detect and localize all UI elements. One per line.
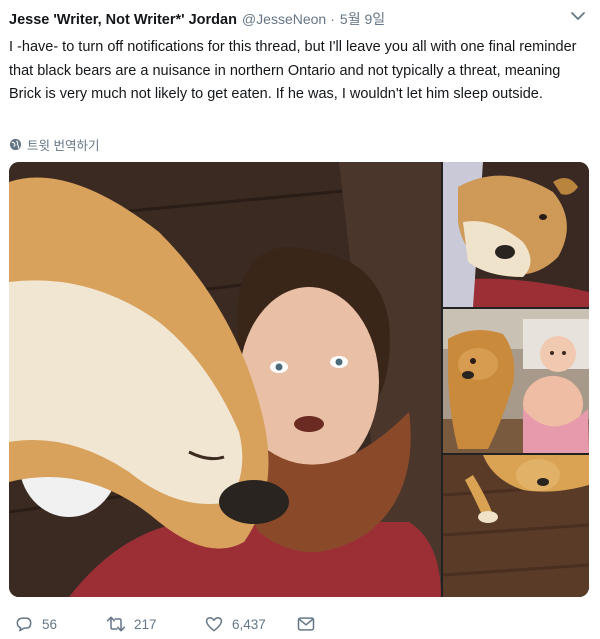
tweet-text: I -have- to turn off notifications for t…: [9, 39, 577, 102]
photo-dog-lying-down[interactable]: [443, 162, 589, 307]
reply-icon: [16, 617, 32, 632]
like-count: 6,437: [232, 616, 266, 632]
globe-icon: [9, 138, 22, 150]
separator: ·: [330, 11, 335, 27]
photo-dog-on-floor[interactable]: [443, 455, 589, 597]
translate-tweet-link[interactable]: 트윗 번역하기: [9, 135, 99, 153]
photo-dog-and-baby[interactable]: [443, 309, 589, 453]
translate-label: 트윗 번역하기: [27, 138, 100, 153]
retweet-count: 217: [134, 616, 157, 632]
author-handle[interactable]: @JesseNeon: [242, 11, 326, 27]
message-icon: [297, 617, 315, 631]
retweet-icon: [106, 616, 126, 632]
tweet-actions: 56 217 6,437: [14, 612, 324, 636]
tweet-date[interactable]: 5월 9일: [340, 9, 385, 29]
like-button[interactable]: 6,437: [204, 614, 296, 634]
reply-button[interactable]: 56: [14, 614, 106, 634]
photo-selfie-with-dog[interactable]: [9, 162, 441, 597]
tweet: Jesse 'Writer, Not Writer*' Jordan @Jess…: [0, 0, 600, 639]
chevron-down-icon[interactable]: [570, 10, 586, 22]
reply-count: 56: [42, 616, 58, 632]
like-icon: [205, 617, 223, 632]
tweet-header: Jesse 'Writer, Not Writer*' Jordan @Jess…: [9, 9, 580, 31]
author-name[interactable]: Jesse 'Writer, Not Writer*' Jordan: [9, 12, 237, 28]
direct-message-button[interactable]: [296, 614, 324, 634]
retweet-button[interactable]: 217: [106, 614, 204, 634]
media-grid: [9, 162, 589, 597]
